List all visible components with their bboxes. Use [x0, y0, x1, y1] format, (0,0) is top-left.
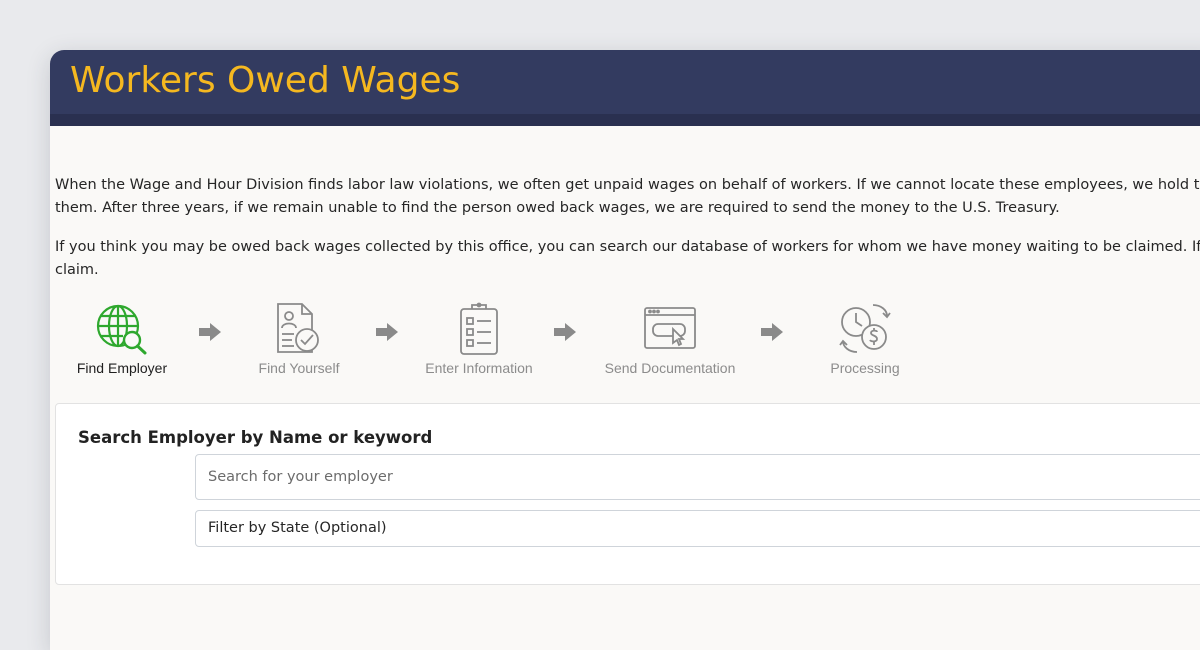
step-label-enter-information: Enter Information [425, 360, 533, 376]
step-send-documentation[interactable]: Send Documentation [595, 302, 745, 376]
search-heading: Search Employer by Name or keyword [78, 428, 433, 447]
intro-paragraph-2: If you think you may be owed back wages … [55, 236, 1200, 282]
clock-dollar-exchange-icon [839, 304, 891, 353]
step-enter-information[interactable]: Enter Information [404, 302, 554, 376]
step-find-yourself[interactable]: Find Yourself [224, 302, 374, 376]
step-processing[interactable]: Processing [790, 302, 940, 376]
intro-paragraph-1-line-1: When the Wage and Hour Division finds la… [55, 177, 1200, 193]
employer-search-input[interactable] [195, 454, 1200, 500]
step-label-send-documentation: Send Documentation [604, 360, 736, 376]
intro-paragraph-1-line-2: them. After three years, if we remain un… [55, 200, 1060, 216]
profile-document-check-icon [277, 303, 319, 353]
step-label-find-employer: Find Employer [76, 360, 168, 376]
intro-paragraph-1: When the Wage and Hour Division finds la… [55, 174, 1200, 220]
app-window: Workers Owed Wages When the Wage and Hou… [50, 50, 1200, 650]
state-filter-label: Filter by State (Optional) [208, 520, 387, 536]
clipboard-list-icon [460, 302, 498, 355]
intro-paragraph-2-line-2: claim. [55, 262, 99, 278]
arrow-right-icon [554, 323, 576, 341]
intro-text: When the Wage and Hour Division finds la… [55, 174, 1200, 298]
step-label-find-yourself: Find Yourself [258, 360, 340, 376]
intro-paragraph-2-line-1: If you think you may be owed back wages … [55, 239, 1200, 255]
globe-search-icon [96, 304, 147, 355]
step-find-employer[interactable]: Find Employer [50, 302, 197, 376]
state-filter-select[interactable]: Filter by State (Optional) [195, 510, 1200, 547]
page-banner: Workers Owed Wages [50, 50, 1200, 126]
arrow-right-icon [376, 323, 398, 341]
page-title: Workers Owed Wages [70, 60, 461, 101]
arrow-right-icon [199, 323, 221, 341]
employer-search-panel: Search Employer by Name or keyword Filte… [55, 403, 1200, 585]
step-label-processing: Processing [830, 360, 900, 376]
arrow-right-icon [761, 323, 783, 341]
progress-steps: Find Employer Find Yourself Enter Inform… [50, 302, 950, 386]
browser-cursor-icon [644, 307, 696, 349]
